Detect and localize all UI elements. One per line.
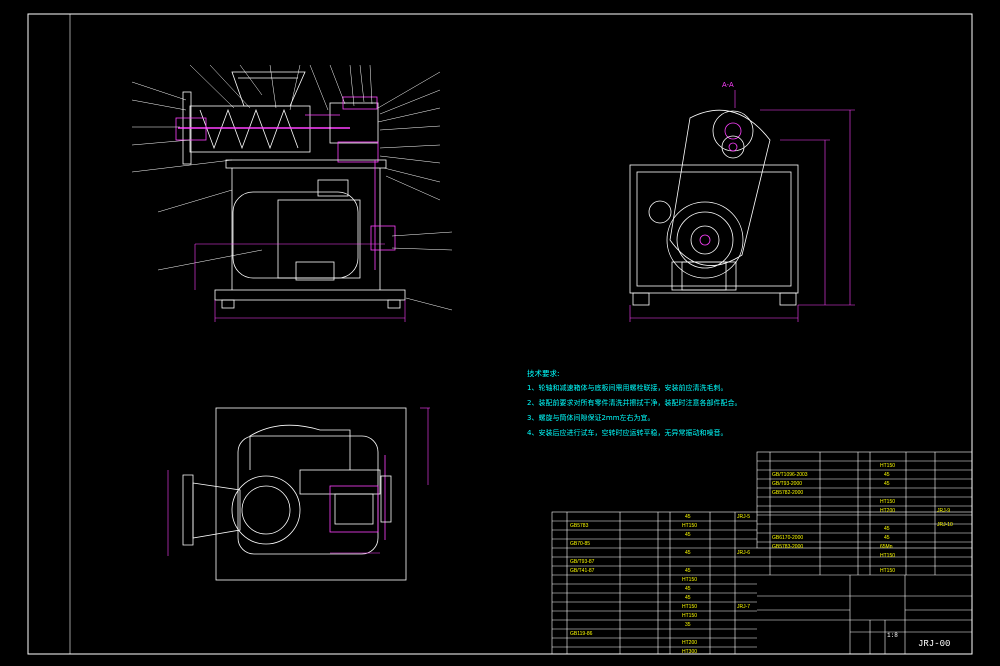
note-4: 4、安装后应进行试车，空转时应运转平稳，无异常振动和噪音。 xyxy=(527,429,728,437)
bom-code: GB5783 xyxy=(570,523,589,529)
note-1: 1、轮轴和减速箱体与底板间需用螺栓联接，安装前应清洗毛刺。 xyxy=(527,384,728,392)
bom-material: 45 xyxy=(884,535,890,541)
bom-material: 45 xyxy=(884,526,890,532)
bom-material: 45 xyxy=(685,595,691,601)
bom-material: HT200 xyxy=(682,640,698,646)
section-label: A-A xyxy=(722,82,734,89)
bom-material: 45 xyxy=(685,550,691,556)
drawing-number: JRJ-00 xyxy=(918,639,951,649)
bom-material: HT150 xyxy=(682,523,698,529)
part-ref: JRJ-6 xyxy=(737,550,751,556)
part-ref: JRJ-5 xyxy=(737,514,751,520)
bom-code: GB/T93-87 xyxy=(570,559,595,565)
bom-material: HT150 xyxy=(880,463,896,469)
note-2: 2、装配前要求对所有零件清洗并擦拭干净，装配时注意各部件配合。 xyxy=(527,399,742,407)
bom-material: 45 xyxy=(685,568,691,574)
bom-material: 45 xyxy=(884,472,890,478)
dimensions-front xyxy=(194,243,406,322)
side-view xyxy=(629,109,799,306)
bom-material: 45 xyxy=(685,586,691,592)
top-view xyxy=(182,407,407,581)
bom-table xyxy=(551,451,973,655)
bom-code: GB119-86 xyxy=(570,631,593,637)
bom-material: HT150 xyxy=(880,568,896,574)
leader-lines-front xyxy=(131,64,453,311)
bom-code: GB5782-2000 xyxy=(772,490,804,496)
bom-material: 65Mn xyxy=(880,544,893,550)
bom-material: 45 xyxy=(884,481,890,487)
cad-drawing-canvas xyxy=(27,13,973,655)
bom-material: HT150 xyxy=(880,553,896,559)
bom-code: GB/T41-87 xyxy=(570,568,595,574)
note-3: 3、螺旋与筒体间隙保证2mm左右为宜。 xyxy=(527,414,655,422)
part-ref: JRJ-10 xyxy=(937,522,953,528)
bom-code: GB/T1096-2003 xyxy=(772,472,808,478)
bom-code: GB70-85 xyxy=(570,541,591,547)
part-ref: JRJ-9 xyxy=(937,508,951,514)
bom-material: HT150 xyxy=(682,613,698,619)
technical-notes: 技术要求: 1、轮轴和减速箱体与底板间需用螺栓联接，安装前应清洗毛刺。 2、装配… xyxy=(527,366,887,441)
part-ref: JRJ-7 xyxy=(737,604,751,610)
bom-code: GB6170-2000 xyxy=(772,535,804,541)
bom-material: HT200 xyxy=(880,508,896,514)
bom-code: GB5783-2000 xyxy=(772,544,804,550)
bom-material: HT150 xyxy=(682,604,698,610)
bom-material: 45 xyxy=(685,514,691,520)
bom-material: 35 xyxy=(685,622,691,628)
bom-material: 45 xyxy=(685,532,691,538)
bom-material: HT150 xyxy=(880,499,896,505)
notes-title: 技术要求: xyxy=(527,369,560,378)
drawing-scale: 1:8 xyxy=(887,632,898,639)
dimensions-side xyxy=(629,90,855,322)
bom-code: GB/T93-2000 xyxy=(772,481,803,487)
bom-material: HT300 xyxy=(682,649,698,655)
bom-material: HT150 xyxy=(682,577,698,583)
